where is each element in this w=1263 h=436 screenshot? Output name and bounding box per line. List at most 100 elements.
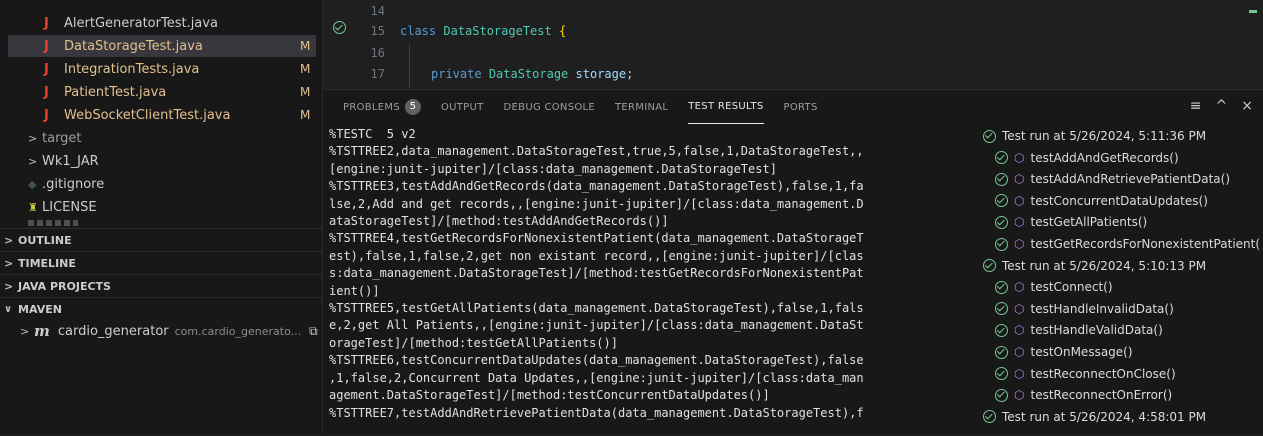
chevron-down-icon: ∨ bbox=[4, 303, 13, 315]
close-panel-icon[interactable]: × bbox=[1241, 98, 1253, 114]
test-run-item[interactable]: Test run at 5/26/2024, 5:11:36 PM bbox=[983, 126, 1206, 146]
test-passed-icon bbox=[995, 172, 1008, 186]
code-variable: storage bbox=[575, 67, 627, 81]
tab-output[interactable]: OUTPUT bbox=[441, 90, 484, 124]
test-passed-icon bbox=[983, 410, 996, 424]
test-passed-icon bbox=[995, 280, 1008, 294]
file-name: WebSocketClientTest.java bbox=[64, 107, 231, 123]
section-outline[interactable]: > OUTLINE bbox=[0, 228, 322, 251]
test-passed-icon[interactable] bbox=[333, 21, 352, 37]
problems-count-badge: 5 bbox=[404, 99, 421, 115]
view-as-list-icon[interactable]: ≡ bbox=[1190, 98, 1202, 114]
test-label: Test run at 5/26/2024, 5:11:36 PM bbox=[1002, 129, 1207, 143]
chevron-right-icon: > bbox=[28, 131, 38, 145]
code-class-name: DataStorageTest bbox=[443, 24, 552, 38]
test-run-item[interactable]: Test run at 5/26/2024, 5:10:13 PM bbox=[983, 256, 1206, 276]
chevron-right-icon: > bbox=[28, 154, 38, 168]
tab-test-results[interactable]: TEST RESULTS bbox=[688, 90, 764, 124]
test-case-item[interactable]: ⬡ testHandleInvalidData() bbox=[995, 299, 1174, 319]
test-label: testConnect() bbox=[1030, 280, 1113, 295]
test-case-item[interactable]: ⬡ testConcurrentDataUpdates() bbox=[995, 191, 1208, 211]
test-case-item[interactable]: ⬡ testGetRecordsForNonexistentPatient( bbox=[995, 234, 1260, 254]
test-method-icon: ⬡ bbox=[1014, 301, 1025, 316]
java-file-icon: J bbox=[44, 84, 49, 100]
java-file-icon: J bbox=[44, 15, 49, 31]
output-line: lse,2,Add and get records,,[engine:junit… bbox=[329, 196, 864, 211]
output-line: %TSTTREE2,data_management.DataStorageTes… bbox=[329, 144, 864, 159]
git-status: M bbox=[300, 39, 311, 53]
test-label: testHandleValidData() bbox=[1030, 323, 1163, 338]
test-case-item[interactable]: ⬡ testOnMessage() bbox=[995, 342, 1133, 362]
file-item[interactable]: J AlertGeneratorTest.java bbox=[8, 12, 316, 34]
panel-tabs: PROBLEMS 5 OUTPUT DEBUG CONSOLE TERMINAL … bbox=[323, 90, 1263, 124]
output-line: %TSTTREE6,testConcurrentDataUpdates(data… bbox=[329, 353, 864, 368]
section-timeline[interactable]: > TIMELINE bbox=[0, 251, 322, 274]
test-case-item[interactable]: ⬡ testGetAllPatients() bbox=[995, 212, 1147, 232]
test-case-item[interactable]: ⬡ testReconnectOnError() bbox=[995, 385, 1172, 405]
test-method-icon: ⬡ bbox=[1014, 237, 1025, 251]
folder-item-target[interactable]: > target bbox=[8, 127, 82, 149]
test-passed-icon bbox=[995, 237, 1008, 251]
maven-project-group: com.cardio_generato... bbox=[174, 324, 302, 338]
test-method-icon: ⬡ bbox=[1014, 280, 1025, 295]
open-pom-icon[interactable]: ⧉ bbox=[309, 324, 318, 339]
section-label: TIMELINE bbox=[18, 256, 76, 270]
test-passed-icon bbox=[995, 323, 1008, 337]
test-run-item[interactable]: Test run at 5/26/2024, 4:58:01 PM bbox=[983, 407, 1206, 427]
section-maven[interactable]: ∨ MAVEN bbox=[0, 297, 322, 320]
maven-project-item[interactable]: > m cardio_generator com.cardio_generato… bbox=[8, 320, 318, 342]
folder-item-wk1-jar[interactable]: > Wk1_JAR bbox=[8, 150, 99, 172]
file-name: IntegrationTests.java bbox=[64, 61, 200, 77]
test-output-log[interactable]: %TESTC 5 v2 %TSTTREE2,data_management.Dat… bbox=[329, 126, 939, 426]
tab-terminal[interactable]: TERMINAL bbox=[615, 90, 668, 124]
file-item[interactable]: J PatientTest.java M bbox=[8, 81, 316, 103]
test-case-item[interactable]: ⬡ testReconnectOnClose() bbox=[995, 364, 1176, 384]
test-method-icon: ⬡ bbox=[1014, 323, 1025, 338]
file-name: .gitignore bbox=[42, 176, 105, 192]
test-results-tree: Test run at 5/26/2024, 5:11:36 PM ⬡ testAd… bbox=[983, 126, 1263, 436]
test-label: testGetRecordsForNonexistentPatient( bbox=[1030, 237, 1261, 251]
tab-ports[interactable]: PORTS bbox=[784, 90, 818, 124]
file-item[interactable]: J WebSocketClientTest.java M bbox=[8, 104, 316, 126]
file-item[interactable]: J IntegrationTests.java M bbox=[8, 58, 316, 80]
test-case-item[interactable]: ⬡ testConnect() bbox=[995, 277, 1113, 297]
test-label: testHandleInvalidData() bbox=[1030, 301, 1174, 316]
chevron-right-icon: > bbox=[4, 256, 14, 270]
maven-project-name: cardio_generator bbox=[57, 323, 169, 339]
line-number: 14 bbox=[370, 4, 385, 18]
file-item-active[interactable]: J DataStorageTest.java M bbox=[8, 35, 316, 57]
git-status: M bbox=[300, 108, 311, 122]
test-label: testReconnectOnClose() bbox=[1030, 366, 1176, 381]
maven-icon: m bbox=[34, 322, 50, 340]
code-editor[interactable]: 14 15 class DataStorageTest { 16 17 priv… bbox=[323, 0, 1263, 88]
test-label: Test run at 5/26/2024, 4:58:01 PM bbox=[1002, 409, 1207, 424]
file-item-license[interactable]: ♜ LICENSE bbox=[8, 196, 97, 218]
output-line: [engine:junit-jupiter]/[class:data_manag… bbox=[329, 161, 777, 176]
git-status: M bbox=[300, 85, 311, 99]
section-java-projects[interactable]: > JAVA PROJECTS bbox=[0, 274, 322, 297]
test-case-item[interactable]: ⬡ testAddAndRetrievePatientData() bbox=[995, 169, 1230, 189]
test-passed-icon bbox=[983, 259, 996, 273]
line-number: 16 bbox=[370, 46, 385, 60]
java-file-icon: J bbox=[44, 61, 49, 77]
minimap-marker bbox=[1249, 10, 1257, 13]
tab-problems[interactable]: PROBLEMS 5 bbox=[343, 90, 421, 124]
output-line: %TSTTREE4,testGetRecordsForNonexistentPa… bbox=[329, 231, 864, 246]
code-line: class DataStorageTest { bbox=[400, 24, 566, 38]
file-item-gitignore[interactable]: ◆ .gitignore bbox=[8, 173, 104, 195]
maximize-panel-icon[interactable]: ^ bbox=[1216, 98, 1228, 114]
test-passed-icon bbox=[995, 302, 1008, 316]
test-case-item[interactable]: ⬡ testHandleValidData() bbox=[995, 320, 1163, 340]
tab-debug-console[interactable]: DEBUG CONSOLE bbox=[504, 90, 595, 124]
test-passed-icon bbox=[995, 345, 1008, 359]
license-icon: ♜ bbox=[28, 200, 38, 214]
output-line: %TESTC 5 v2 bbox=[329, 127, 416, 141]
clipped-file-item bbox=[28, 220, 78, 226]
test-case-item[interactable]: ⬡ testAddAndGetRecords() bbox=[995, 148, 1179, 168]
test-label: testAddAndGetRecords() bbox=[1030, 150, 1179, 165]
test-method-icon: ⬡ bbox=[1014, 366, 1025, 381]
output-line: agement.DataStorageTest]/[method:testCon… bbox=[329, 388, 770, 403]
output-line: %TSTTREE3,testAddAndGetRecords(data_mana… bbox=[329, 179, 864, 194]
test-label: testReconnectOnError() bbox=[1030, 388, 1173, 403]
section-label: MAVEN bbox=[18, 302, 62, 316]
